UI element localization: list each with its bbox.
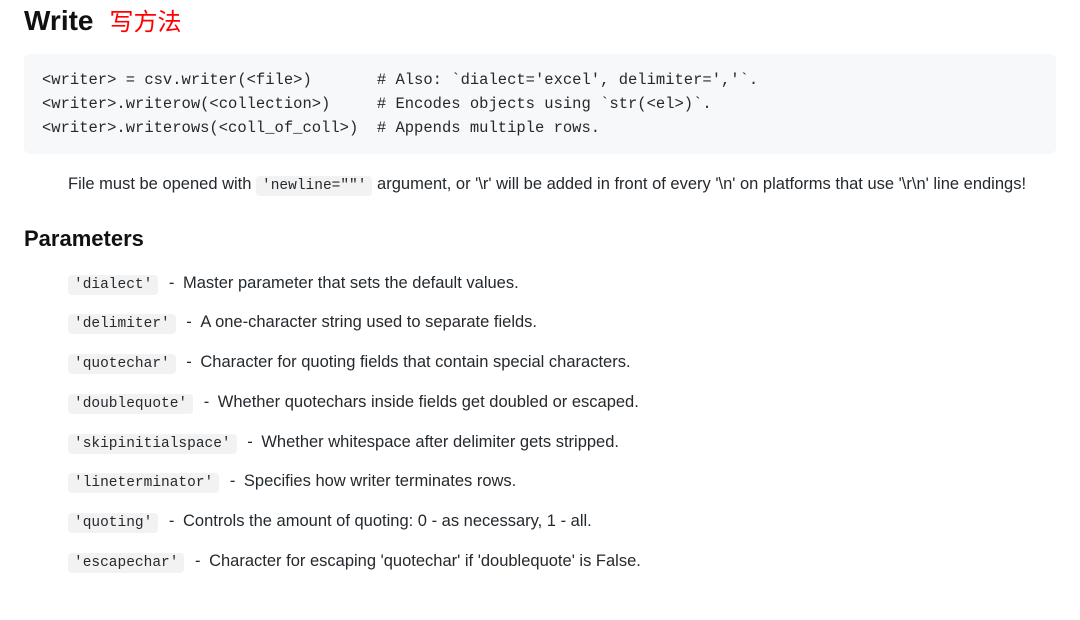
parameter-description: A one-character string used to separate …: [200, 313, 537, 331]
parameter-name: 'quotechar': [68, 354, 176, 374]
parameter-name: 'dialect': [68, 275, 158, 295]
parameter-description: Character for escaping 'quotechar' if 'd…: [209, 552, 641, 570]
dash-separator: -: [243, 433, 258, 451]
parameter-item: 'quotechar' - Character for quoting fiel…: [68, 350, 1056, 376]
parameter-name: 'quoting': [68, 513, 158, 533]
code-block: <writer> = csv.writer(<file>) # Also: `d…: [24, 54, 1056, 154]
dash-separator: -: [190, 552, 205, 570]
section-header: Write 写方法: [24, 0, 1056, 42]
parameter-item: 'lineterminator' - Specifies how writer …: [68, 469, 1056, 495]
section-title: Write: [24, 0, 94, 42]
parameter-item: 'quoting' - Controls the amount of quoti…: [68, 509, 1056, 535]
section-annotation: 写方法: [110, 5, 182, 41]
parameter-description: Character for quoting fields that contai…: [200, 353, 630, 371]
parameter-item: 'skipinitialspace' - Whether whitespace …: [68, 430, 1056, 456]
document-page: Write 写方法 <writer> = csv.writer(<file>) …: [0, 0, 1080, 613]
parameter-description: Controls the amount of quoting: 0 - as n…: [183, 512, 592, 530]
dash-separator: -: [182, 313, 197, 331]
parameters-list: 'dialect' - Master parameter that sets t…: [68, 271, 1056, 575]
parameter-description: Master parameter that sets the default v…: [183, 274, 519, 292]
parameter-name: 'delimiter': [68, 314, 176, 334]
note-code: 'newline=""': [256, 176, 372, 196]
parameters-heading: Parameters: [24, 222, 1056, 255]
dash-separator: -: [182, 353, 197, 371]
parameter-name: 'skipinitialspace': [68, 434, 237, 454]
note-post: argument, or '\r' will be added in front…: [377, 175, 1026, 193]
parameter-description: Whether whitespace after delimiter gets …: [261, 433, 619, 451]
parameter-name: 'doublequote': [68, 394, 193, 414]
parameter-item: 'dialect' - Master parameter that sets t…: [68, 271, 1056, 297]
parameter-item: 'delimiter' - A one-character string use…: [68, 310, 1056, 336]
parameter-name: 'escapechar': [68, 553, 184, 573]
dash-separator: -: [164, 512, 179, 530]
dash-separator: -: [225, 472, 240, 490]
parameter-item: 'doublequote' - Whether quotechars insid…: [68, 390, 1056, 416]
parameter-description: Specifies how writer terminates rows.: [244, 472, 516, 490]
dash-separator: -: [164, 274, 179, 292]
parameter-description: Whether quotechars inside fields get dou…: [218, 393, 639, 411]
usage-note: File must be opened with 'newline=""' ar…: [68, 172, 1048, 198]
dash-separator: -: [199, 393, 214, 411]
parameter-item: 'escapechar' - Character for escaping 'q…: [68, 549, 1056, 575]
parameter-name: 'lineterminator': [68, 473, 219, 493]
note-pre: File must be opened with: [68, 175, 256, 193]
